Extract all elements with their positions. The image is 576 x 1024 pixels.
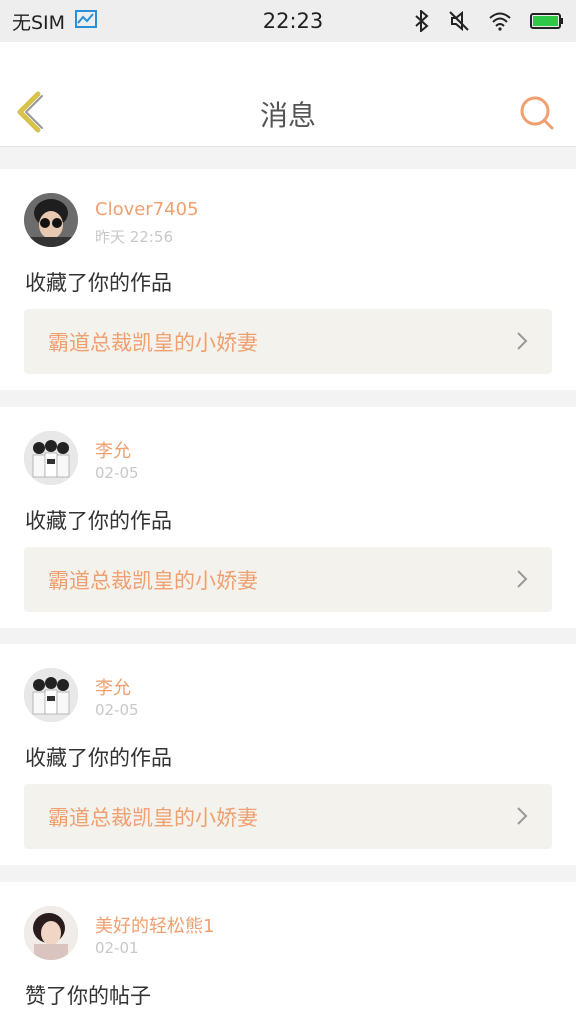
work-card[interactable]: 霸道总裁凯皇的小娇妻 bbox=[24, 547, 552, 612]
message-action: 收藏了你的作品 bbox=[25, 271, 172, 295]
message-item: 李允 02-05 收藏了你的作品 霸道总裁凯皇的小娇妻 bbox=[0, 644, 576, 865]
battery-icon bbox=[530, 12, 564, 30]
work-title: 霸道总裁凯皇的小娇妻 bbox=[48, 569, 258, 593]
message-time: 02-05 bbox=[95, 701, 139, 719]
message-time: 02-01 bbox=[95, 939, 139, 957]
avatar[interactable] bbox=[24, 431, 78, 485]
message-action: 赞了你的帖子 bbox=[25, 984, 151, 1008]
status-bar: 无SIM 22:23 bbox=[0, 0, 576, 42]
chevron-right-icon bbox=[517, 570, 528, 588]
wifi-icon bbox=[488, 11, 512, 31]
sender-name[interactable]: 李允 bbox=[95, 437, 131, 463]
message-time: 02-05 bbox=[95, 464, 139, 482]
mute-icon bbox=[448, 10, 470, 32]
work-card[interactable]: 霸道总裁凯皇的小娇妻 bbox=[24, 309, 552, 374]
work-card[interactable]: 霸道总裁凯皇的小娇妻 bbox=[24, 784, 552, 849]
message-item: 美好的轻松熊1 02-01 赞了你的帖子 bbox=[0, 882, 576, 1024]
sender-name[interactable]: 美好的轻松熊1 bbox=[95, 912, 214, 938]
search-icon bbox=[520, 96, 554, 130]
message-action: 收藏了你的作品 bbox=[25, 746, 172, 770]
bluetooth-icon bbox=[414, 10, 430, 32]
message-time: 昨天 22:56 bbox=[95, 228, 173, 246]
sender-name[interactable]: Clover7405 bbox=[95, 199, 199, 220]
chevron-right-icon bbox=[517, 332, 528, 350]
sender-name[interactable]: 李允 bbox=[95, 674, 131, 700]
clock: 22:23 bbox=[262, 9, 324, 33]
nav-bar: 消息 bbox=[0, 42, 576, 147]
page-title: 消息 bbox=[259, 99, 316, 132]
screenshot-icon bbox=[75, 9, 98, 33]
work-title: 霸道总裁凯皇的小娇妻 bbox=[48, 331, 258, 355]
work-title: 霸道总裁凯皇的小娇妻 bbox=[48, 806, 258, 830]
avatar[interactable] bbox=[24, 906, 78, 960]
avatar[interactable] bbox=[24, 193, 78, 247]
message-item: 李允 02-05 收藏了你的作品 霸道总裁凯皇的小娇妻 bbox=[0, 407, 576, 628]
message-item: Clover7405 昨天 22:56 收藏了你的作品 霸道总裁凯皇的小娇妻 bbox=[0, 169, 576, 390]
search-button[interactable] bbox=[518, 94, 556, 132]
avatar[interactable] bbox=[24, 668, 78, 722]
carrier-label: 无SIM bbox=[12, 11, 66, 34]
chevron-right-icon bbox=[517, 807, 528, 825]
message-action: 收藏了你的作品 bbox=[25, 509, 172, 533]
